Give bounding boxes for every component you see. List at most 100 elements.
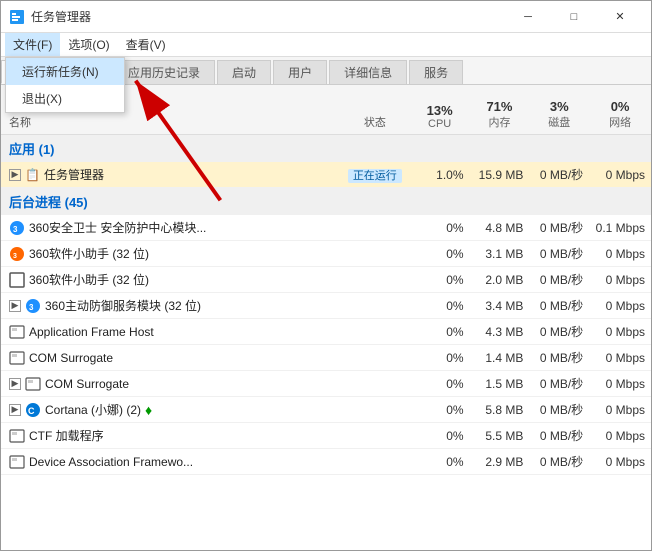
process-list[interactable]: 应用 (1) ▶ 📋 任务管理器 正在运行 1.0% 15.9 MB 0 MB/…	[1, 135, 651, 550]
process-net: 0.1 Mbps	[589, 221, 651, 235]
bg-section-header: 后台进程 (45)	[1, 188, 651, 215]
process-mem: 15.9 MB	[470, 168, 530, 182]
process-icon	[9, 272, 25, 288]
col-header-net[interactable]: 0% 网络	[589, 99, 651, 130]
cortana-pin-icon: ♦	[145, 402, 152, 418]
table-row[interactable]: 3 360软件小助手 (32 位) 0% 3.1 MB 0 MB/秒 0 Mbp…	[1, 241, 651, 267]
process-mem: 2.9 MB	[470, 455, 530, 469]
process-icon	[9, 428, 25, 444]
table-row[interactable]: Application Frame Host 0% 4.3 MB 0 MB/秒 …	[1, 319, 651, 345]
process-disk: 0 MB/秒	[529, 453, 589, 470]
process-mem: 1.4 MB	[470, 351, 530, 365]
expand-button[interactable]: ▶	[9, 378, 21, 390]
process-net: 0 Mbps	[589, 273, 651, 287]
svg-text:C: C	[28, 406, 35, 416]
menu-bar: 文件(F) 选项(O) 查看(V) 运行新任务(N) 退出(X)	[1, 33, 651, 57]
process-net: 0 Mbps	[589, 429, 651, 443]
process-name: Device Association Framewo...	[1, 454, 340, 470]
table-row[interactable]: Device Association Framewo... 0% 2.9 MB …	[1, 449, 651, 475]
process-cpu: 0%	[410, 351, 470, 365]
process-icon: 3	[9, 246, 25, 262]
process-net: 0 Mbps	[589, 247, 651, 261]
process-icon	[9, 454, 25, 470]
process-name: ▶ C Cortana (小娜) (2) ♦	[1, 401, 340, 418]
title-bar: 任务管理器 ─ □ ✕	[1, 1, 651, 33]
process-name: COM Surrogate	[1, 350, 340, 366]
col-header-name[interactable]: 名称	[1, 114, 340, 130]
table-row[interactable]: ▶ 3 360主动防御服务模块 (32 位) 0% 3.4 MB 0 MB/秒 …	[1, 293, 651, 319]
expand-button[interactable]: ▶	[9, 169, 21, 181]
menu-options[interactable]: 选项(O)	[60, 33, 117, 56]
process-disk: 0 MB/秒	[529, 375, 589, 392]
process-mem: 4.8 MB	[470, 221, 530, 235]
process-cpu: 0%	[410, 325, 470, 339]
table-row[interactable]: 3 360安全卫士 安全防护中心模块... 0% 4.8 MB 0 MB/秒 0…	[1, 215, 651, 241]
process-net: 0 Mbps	[589, 299, 651, 313]
task-manager-window: 任务管理器 ─ □ ✕ 文件(F) 选项(O) 查看(V) 运行新任务(N) 退…	[0, 0, 652, 551]
svg-text:3: 3	[29, 303, 34, 312]
process-name: 3 360软件小助手 (32 位)	[1, 245, 340, 262]
window-title: 任务管理器	[31, 8, 91, 25]
process-disk: 0 MB/秒	[529, 297, 589, 314]
tab-services[interactable]: 服务	[409, 60, 463, 84]
process-disk: 0 MB/秒	[529, 323, 589, 340]
expand-button[interactable]: ▶	[9, 404, 21, 416]
process-disk: 0 MB/秒	[529, 349, 589, 366]
process-cpu: 0%	[410, 455, 470, 469]
maximize-button[interactable]: □	[551, 1, 597, 33]
process-name: ▶ COM Surrogate	[1, 376, 340, 392]
process-name: 360软件小助手 (32 位)	[1, 271, 340, 288]
process-net: 0 Mbps	[589, 325, 651, 339]
menu-file[interactable]: 文件(F)	[5, 33, 60, 56]
process-name: Application Frame Host	[1, 324, 340, 340]
tab-details[interactable]: 详细信息	[329, 60, 407, 84]
process-icon: 3	[9, 220, 25, 236]
process-mem: 2.0 MB	[470, 273, 530, 287]
process-icon	[9, 350, 25, 366]
table-row[interactable]: ▶ C Cortana (小娜) (2) ♦ 0% 5.8 MB 0 MB/秒 …	[1, 397, 651, 423]
process-net: 0 Mbps	[589, 403, 651, 417]
process-disk: 0 MB/秒	[529, 401, 589, 418]
process-net: 0 Mbps	[589, 377, 651, 391]
process-name: ▶ 3 360主动防御服务模块 (32 位)	[1, 297, 340, 314]
tab-startup[interactable]: 启动	[217, 60, 271, 84]
process-cpu: 0%	[410, 221, 470, 235]
process-cpu: 1.0%	[410, 168, 470, 182]
expand-button[interactable]: ▶	[9, 300, 21, 312]
col-header-disk[interactable]: 3% 磁盘	[529, 99, 589, 130]
process-cpu: 0%	[410, 299, 470, 313]
process-mem: 1.5 MB	[470, 377, 530, 391]
minimize-button[interactable]: ─	[505, 1, 551, 33]
process-net: 0 Mbps	[589, 455, 651, 469]
col-header-cpu[interactable]: 13% CPU	[410, 103, 470, 130]
process-icon: 📋	[25, 168, 40, 182]
table-row[interactable]: COM Surrogate 0% 1.4 MB 0 MB/秒 0 Mbps	[1, 345, 651, 371]
col-header-mem[interactable]: 71% 内存	[470, 99, 530, 130]
close-button[interactable]: ✕	[597, 1, 643, 33]
process-mem: 5.8 MB	[470, 403, 530, 417]
file-dropdown: 运行新任务(N) 退出(X)	[5, 57, 125, 113]
title-controls: ─ □ ✕	[505, 1, 643, 33]
process-icon	[25, 376, 41, 392]
process-net: 0 Mbps	[589, 351, 651, 365]
table-row[interactable]: CTF 加载程序 0% 5.5 MB 0 MB/秒 0 Mbps	[1, 423, 651, 449]
process-disk: 0 MB/秒	[529, 245, 589, 262]
process-cpu: 0%	[410, 273, 470, 287]
process-name: 3 360安全卫士 安全防护中心模块...	[1, 219, 340, 236]
process-cpu: 0%	[410, 403, 470, 417]
menu-exit[interactable]: 退出(X)	[6, 85, 124, 112]
process-mem: 3.4 MB	[470, 299, 530, 313]
tab-app-history[interactable]: 应用历史记录	[113, 60, 215, 84]
process-mem: 3.1 MB	[470, 247, 530, 261]
menu-view[interactable]: 查看(V)	[118, 33, 174, 56]
table-row[interactable]: 360软件小助手 (32 位) 0% 2.0 MB 0 MB/秒 0 Mbps	[1, 267, 651, 293]
process-cpu: 0%	[410, 429, 470, 443]
tab-users[interactable]: 用户	[273, 60, 327, 84]
col-header-status[interactable]: 状态	[340, 114, 410, 130]
svg-text:3: 3	[13, 225, 18, 234]
table-row[interactable]: ▶ COM Surrogate 0% 1.5 MB 0 MB/秒 0 Mbps	[1, 371, 651, 397]
table-row[interactable]: ▶ 📋 任务管理器 正在运行 1.0% 15.9 MB 0 MB/秒 0 Mbp…	[1, 162, 651, 188]
menu-run-new-task[interactable]: 运行新任务(N)	[6, 58, 124, 85]
process-net: 0 Mbps	[589, 168, 651, 182]
process-disk: 0 MB/秒	[529, 427, 589, 444]
